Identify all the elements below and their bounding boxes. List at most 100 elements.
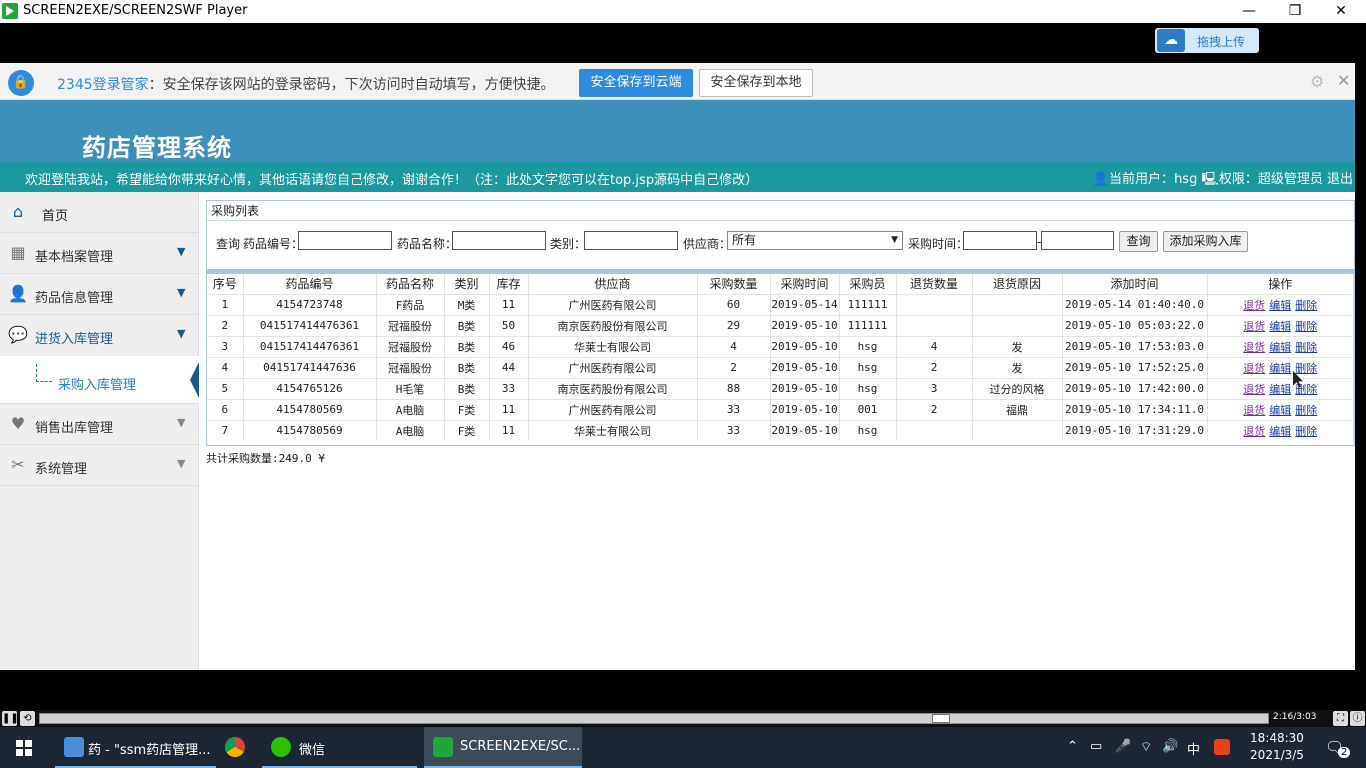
start-date-input[interactable] (963, 231, 1037, 250)
code-label: 药品编号： (243, 237, 304, 251)
taskbar-item-browser[interactable]: 药 - "ssm药店管理... (55, 727, 216, 768)
minimize-button[interactable]: — (1226, 0, 1272, 23)
edit-link[interactable]: 编辑 (1269, 341, 1291, 354)
table-cell: 广州医药有限公司 (528, 356, 698, 378)
close-button[interactable]: ✕ (1318, 0, 1364, 23)
close-icon[interactable]: ✕ (1337, 71, 1350, 90)
table-cell: 冠福股份 (376, 314, 445, 336)
return-link[interactable]: 退货 (1243, 404, 1265, 417)
table-cell: 11 (489, 398, 529, 420)
microphone-icon[interactable]: 🎤 (1115, 739, 1131, 754)
loop-icon[interactable]: ⟲ (20, 711, 35, 726)
delete-link[interactable]: 删除 (1295, 404, 1317, 417)
sogou-icon[interactable] (1214, 739, 1230, 755)
ime-indicator[interactable]: 中 (1187, 739, 1200, 758)
logout-link[interactable]: 退出 (1327, 172, 1353, 187)
table-cell: 2019-05-10 (770, 398, 840, 420)
return-link[interactable]: 退货 (1243, 320, 1265, 333)
clock[interactable]: 18:48:30 2021/3/5 (1248, 730, 1306, 764)
system-title: 药店管理系统 (82, 134, 232, 162)
sidebar-subitem-purchase-storage[interactable]: 采购入库管理 (0, 356, 199, 404)
table-cell: 33 (489, 377, 529, 399)
table-cell: 111111 (839, 314, 897, 336)
table-cell: F药品 (376, 293, 445, 315)
delete-link[interactable]: 删除 (1295, 299, 1317, 312)
edit-link[interactable]: 编辑 (1269, 362, 1291, 375)
query-button[interactable]: 查询 (1119, 231, 1158, 252)
table-cell: 29 (697, 314, 771, 336)
sidebar-item-archive[interactable]: ▦ 基本档案管理 ▼ (0, 233, 199, 274)
sidebar-item-system[interactable]: ✂ 系统管理 ▼ (0, 445, 199, 486)
start-button[interactable] (0, 727, 48, 768)
table-row: 7 4154780569 A电脑 F类 11 华莱士有限公司 33 2019-05-10 hsg… (207, 419, 1354, 441)
delete-link[interactable]: 删除 (1295, 320, 1317, 333)
return-link[interactable]: 退货 (1243, 299, 1265, 312)
return-link[interactable]: 退货 (1243, 425, 1265, 438)
maximize-button[interactable]: ❐ (1272, 0, 1318, 23)
chevron-up-icon[interactable]: ⌃ (1067, 739, 1078, 754)
supplier-select[interactable]: 所有 ▼ (727, 231, 903, 250)
sidebar-item-purchase[interactable]: 💬 进货入库管理 ▼ (0, 315, 199, 356)
sidebar-item-label: 系统管理 (35, 462, 88, 477)
taskbar-item-chrome[interactable] (216, 727, 256, 768)
table-cell (896, 314, 973, 336)
save-cloud-button[interactable]: 安全保存到云端 (579, 69, 693, 97)
table-cell: 4154723748 (243, 293, 377, 315)
table-cell: hsg (839, 335, 897, 357)
table-cell: 南京医药股份有限公司 (528, 314, 698, 336)
save-local-button[interactable]: 安全保存到本地 (699, 69, 813, 97)
edit-link[interactable]: 编辑 (1269, 299, 1291, 312)
supplier-value: 所有 (732, 233, 757, 247)
fit-screen-icon[interactable]: ⛶ (1333, 711, 1348, 726)
taskbar-item-player[interactable]: SCREEN2EXE/SC... (424, 727, 582, 768)
add-purchase-button[interactable]: 添加采购入库 (1163, 231, 1248, 252)
table-cell: 1 (207, 293, 244, 315)
sidebar-item-sales[interactable]: ♥ 销售出库管理 ▼ (0, 404, 199, 445)
return-link[interactable]: 退货 (1243, 341, 1265, 354)
delete-link[interactable]: 删除 (1295, 362, 1317, 375)
sidebar-item-label: 销售出库管理 (35, 421, 114, 436)
gear-icon[interactable]: ⚙ (1310, 72, 1324, 91)
edit-link[interactable]: 编辑 (1269, 404, 1291, 417)
sidebar-item-drug-info[interactable]: 👤 药品信息管理 ▼ (0, 274, 199, 315)
sidebar-item-home[interactable]: ⌂ 首页 (0, 192, 199, 233)
taskbar-item-wechat[interactable]: 微信 (262, 727, 417, 768)
table-cell: 发 (972, 335, 1063, 357)
return-link[interactable]: 退货 (1243, 362, 1265, 375)
table-cell: A电脑 (376, 419, 445, 441)
browser-icon (64, 737, 84, 757)
taskbar-item-label: SCREEN2EXE/SC... (460, 739, 581, 754)
table-cell: 04151741447636 (243, 356, 377, 378)
battery-icon[interactable]: ▭ (1090, 739, 1102, 754)
delete-link[interactable]: 删除 (1295, 341, 1317, 354)
chat-icon: 💬 (8, 325, 28, 344)
user-info: 👤当前用户：hsg 🖳权限：超级管理员 退出 (1093, 168, 1353, 192)
table-cell: 南京医药股份有限公司 (528, 377, 698, 399)
seek-bar[interactable] (39, 713, 1269, 724)
end-date-input[interactable] (1041, 231, 1114, 250)
wifi-icon[interactable]: ⌔ (1140, 739, 1152, 755)
column-header: 药品名称 (376, 274, 445, 294)
edit-link[interactable]: 编辑 (1269, 425, 1291, 438)
table-cell: 88 (697, 377, 771, 399)
upload-button[interactable]: ☁ 拖拽上传 (1155, 28, 1259, 53)
info-icon[interactable]: ⓘ (1350, 711, 1365, 726)
edit-link[interactable]: 编辑 (1269, 383, 1291, 396)
delete-link[interactable]: 删除 (1295, 425, 1317, 438)
speaker-icon[interactable]: 🔊 (1162, 739, 1178, 754)
table-cell: 广州医药有限公司 (528, 293, 698, 315)
category-input[interactable] (584, 231, 678, 250)
name-input[interactable] (452, 231, 546, 250)
taskbar: 药 - "ssm药店管理... 微信 SCREEN2EXE/SC... ⌃ ▭ … (0, 727, 1366, 768)
player-controls: ❚❚ ⟲ 2:16/3:03 ⛶ ⓘ (0, 710, 1366, 727)
password-brand: 2345登录管家 (57, 77, 149, 93)
table-cell: B类 (444, 314, 490, 336)
pause-icon[interactable]: ❚❚ (2, 711, 19, 726)
table-cell: 冠福股份 (376, 356, 445, 378)
table-cell: 2 (207, 314, 244, 336)
edit-link[interactable]: 编辑 (1269, 320, 1291, 333)
seek-thumb[interactable] (931, 714, 950, 723)
code-input[interactable] (298, 231, 392, 250)
table-cell: 33 (697, 398, 771, 420)
return-link[interactable]: 退货 (1243, 383, 1265, 396)
